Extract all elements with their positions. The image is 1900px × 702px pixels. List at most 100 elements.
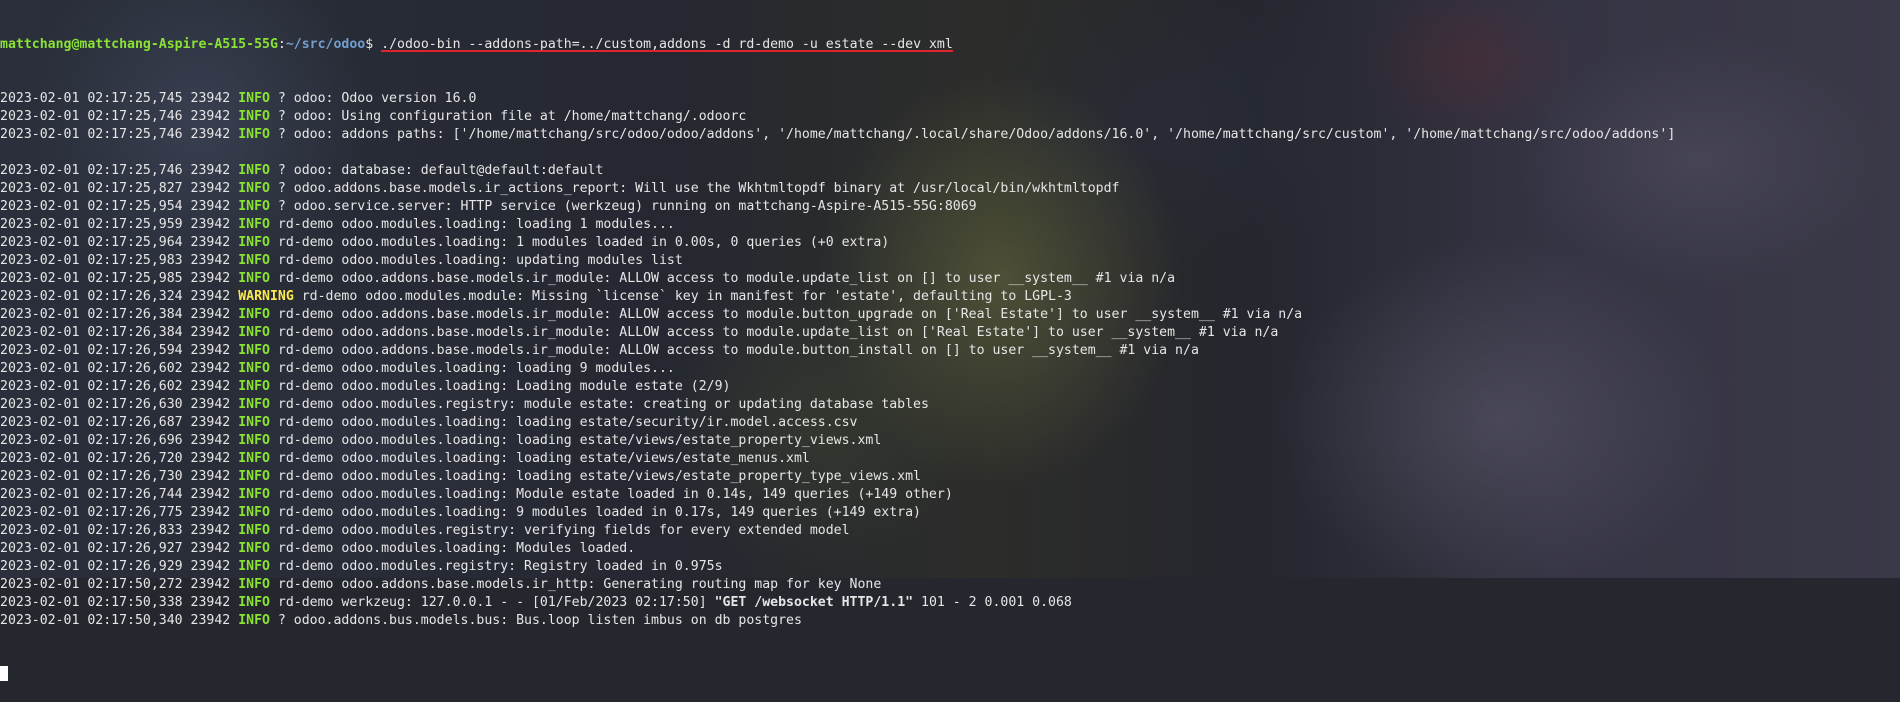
log-level-info: INFO — [238, 181, 270, 196]
text-cursor — [0, 666, 8, 681]
log-level-info: INFO — [238, 307, 270, 322]
log-message: rd-demo odoo.modules.loading: loading es… — [269, 469, 921, 484]
log-message: ? odoo: Odoo version 16.0 — [269, 91, 477, 106]
log-timestamp-pid: 2023-02-01 02:17:26,630 23942 — [0, 397, 239, 412]
log-timestamp-pid: 2023-02-01 02:17:26,833 23942 — [0, 523, 239, 538]
log-message: ? odoo: addons paths: ['/home/mattchang/… — [269, 127, 1676, 142]
log-message: rd-demo odoo.addons.base.models.ir_modul… — [269, 271, 1176, 286]
prompt-user-host: mattchang@mattchang-Aspire-A515-55G — [0, 37, 278, 52]
log-timestamp-pid: 2023-02-01 02:17:25,746 23942 — [0, 127, 239, 142]
log-level-info: INFO — [238, 253, 270, 268]
log-message: rd-demo odoo.addons.base.models.ir_modul… — [269, 343, 1199, 358]
log-level-info: INFO — [238, 487, 270, 502]
log-line: 2023-02-01 02:17:25,985 23942 INFO rd-de… — [0, 270, 1900, 288]
log-message: rd-demo odoo.modules.loading: loading 1 … — [269, 217, 675, 232]
log-timestamp-pid: 2023-02-01 02:17:25,954 23942 — [0, 199, 239, 214]
log-message: rd-demo odoo.modules.registry: module es… — [269, 397, 929, 412]
log-level-info: INFO — [238, 469, 270, 484]
log-timestamp-pid: 2023-02-01 02:17:25,985 23942 — [0, 271, 239, 286]
log-timestamp-pid: 2023-02-01 02:17:26,602 23942 — [0, 361, 239, 376]
log-line: 2023-02-01 02:17:25,745 23942 INFO ? odo… — [0, 90, 1900, 108]
log-level-info: INFO — [238, 451, 270, 466]
log-level-info: INFO — [238, 415, 270, 430]
log-level-info: INFO — [238, 433, 270, 448]
log-response-stats: 101 - 2 0.001 0.068 — [913, 595, 1072, 610]
log-line: 2023-02-01 02:17:25,954 23942 INFO ? odo… — [0, 198, 1900, 216]
log-message: rd-demo odoo.modules.loading: loading es… — [269, 433, 882, 448]
log-message: ? odoo: database: default@default:defaul… — [269, 163, 604, 178]
log-message: rd-demo odoo.modules.loading: loading 9 … — [269, 361, 675, 376]
log-timestamp-pid: 2023-02-01 02:17:26,696 23942 — [0, 433, 239, 448]
log-timestamp-pid: 2023-02-01 02:17:26,602 23942 — [0, 379, 239, 394]
prompt-path: ~/src/odoo — [285, 37, 366, 52]
log-level-info: INFO — [238, 397, 270, 412]
log-level-info: INFO — [238, 271, 270, 286]
log-timestamp-pid: 2023-02-01 02:17:50,340 23942 — [0, 613, 239, 628]
log-timestamp-pid: 2023-02-01 02:17:25,964 23942 — [0, 235, 239, 250]
log-line: 2023-02-01 02:17:26,927 23942 INFO rd-de… — [0, 540, 1900, 558]
log-message: rd-demo odoo.addons.base.models.ir_http:… — [269, 577, 882, 592]
log-line: 2023-02-01 02:17:25,827 23942 INFO ? odo… — [0, 180, 1900, 198]
log-timestamp-pid: 2023-02-01 02:17:26,720 23942 — [0, 451, 239, 466]
log-line: 2023-02-01 02:17:25,746 23942 INFO ? odo… — [0, 126, 1900, 144]
log-level-info: INFO — [238, 343, 270, 358]
log-request-line: "GET /websocket HTTP/1.1" — [714, 595, 914, 610]
red-underline-annotation — [381, 50, 953, 52]
log-line: 2023-02-01 02:17:26,324 23942 WARNING rd… — [0, 288, 1900, 306]
log-line: 2023-02-01 02:17:25,746 23942 INFO ? odo… — [0, 162, 1900, 180]
log-timestamp-pid: 2023-02-01 02:17:25,983 23942 — [0, 253, 239, 268]
log-timestamp-pid: 2023-02-01 02:17:26,594 23942 — [0, 343, 239, 358]
log-line: 2023-02-01 02:17:26,929 23942 INFO rd-de… — [0, 558, 1900, 576]
log-line: 2023-02-01 02:17:26,594 23942 INFO rd-de… — [0, 342, 1900, 360]
log-level-warning: WARNING — [238, 289, 294, 304]
log-line: 2023-02-01 02:17:50,272 23942 INFO rd-de… — [0, 576, 1900, 594]
log-message: rd-demo odoo.modules.loading: Loading mo… — [269, 379, 731, 394]
log-timestamp-pid: 2023-02-01 02:17:50,272 23942 — [0, 577, 239, 592]
log-message: ? odoo.service.server: HTTP service (wer… — [269, 199, 977, 214]
log-level-info: INFO — [238, 505, 270, 520]
log-line: 2023-02-01 02:17:25,964 23942 INFO rd-de… — [0, 234, 1900, 252]
cursor-line — [0, 666, 1900, 684]
log-timestamp-pid: 2023-02-01 02:17:25,746 23942 — [0, 163, 239, 178]
prompt-line: mattchang@mattchang-Aspire-A515-55G:~/sr… — [0, 36, 1900, 54]
log-line: 2023-02-01 02:17:25,959 23942 INFO rd-de… — [0, 216, 1900, 234]
log-message: ? odoo.addons.base.models.ir_actions_rep… — [269, 181, 1120, 196]
log-timestamp-pid: 2023-02-01 02:17:26,384 23942 — [0, 307, 239, 322]
log-line: 2023-02-01 02:17:25,746 23942 INFO ? odo… — [0, 108, 1900, 126]
log-level-info: INFO — [238, 199, 270, 214]
prompt-separator: : — [277, 37, 286, 52]
log-line: 2023-02-01 02:17:26,602 23942 INFO rd-de… — [0, 378, 1900, 396]
log-level-info: INFO — [238, 379, 270, 394]
log-line: 2023-02-01 02:17:26,730 23942 INFO rd-de… — [0, 468, 1900, 486]
log-line: 2023-02-01 02:17:26,687 23942 INFO rd-de… — [0, 414, 1900, 432]
log-line: 2023-02-01 02:17:26,602 23942 INFO rd-de… — [0, 360, 1900, 378]
log-message: rd-demo werkzeug: 127.0.0.1 - - [01/Feb/… — [269, 595, 715, 610]
log-line: 2023-02-01 02:17:26,630 23942 INFO rd-de… — [0, 396, 1900, 414]
log-level-info: INFO — [238, 559, 270, 574]
log-message: rd-demo odoo.modules.loading: 1 modules … — [269, 235, 890, 250]
log-message: rd-demo odoo.modules.registry: Registry … — [269, 559, 723, 574]
log-timestamp-pid: 2023-02-01 02:17:50,338 23942 — [0, 595, 239, 610]
log-line: 2023-02-01 02:17:26,775 23942 INFO rd-de… — [0, 504, 1900, 522]
log-timestamp-pid: 2023-02-01 02:17:26,687 23942 — [0, 415, 239, 430]
log-timestamp-pid: 2023-02-01 02:17:25,745 23942 — [0, 91, 239, 106]
log-message: rd-demo odoo.modules.loading: updating m… — [269, 253, 683, 268]
log-timestamp-pid: 2023-02-01 02:17:25,827 23942 — [0, 181, 239, 196]
log-line: 2023-02-01 02:17:26,744 23942 INFO rd-de… — [0, 486, 1900, 504]
log-line: 2023-02-01 02:17:26,384 23942 INFO rd-de… — [0, 306, 1900, 324]
log-level-info: INFO — [238, 163, 270, 178]
log-message: ? odoo.addons.bus.models.bus: Bus.loop l… — [269, 613, 802, 628]
log-timestamp-pid: 2023-02-01 02:17:26,744 23942 — [0, 487, 239, 502]
log-timestamp-pid: 2023-02-01 02:17:25,746 23942 — [0, 109, 239, 124]
log-timestamp-pid: 2023-02-01 02:17:26,730 23942 — [0, 469, 239, 484]
log-line: 2023-02-01 02:17:25,983 23942 INFO rd-de… — [0, 252, 1900, 270]
log-timestamp-pid: 2023-02-01 02:17:26,775 23942 — [0, 505, 239, 520]
log-line: 2023-02-01 02:17:26,696 23942 INFO rd-de… — [0, 432, 1900, 450]
terminal-window[interactable]: mattchang@mattchang-Aspire-A515-55G:~/sr… — [0, 0, 1900, 681]
log-level-info: INFO — [238, 217, 270, 232]
log-message: rd-demo odoo.modules.loading: Module est… — [269, 487, 953, 502]
log-level-info: INFO — [238, 577, 270, 592]
log-line: 2023-02-01 02:17:26,720 23942 INFO rd-de… — [0, 450, 1900, 468]
log-message: rd-demo odoo.modules.module: Missing `li… — [293, 289, 1072, 304]
